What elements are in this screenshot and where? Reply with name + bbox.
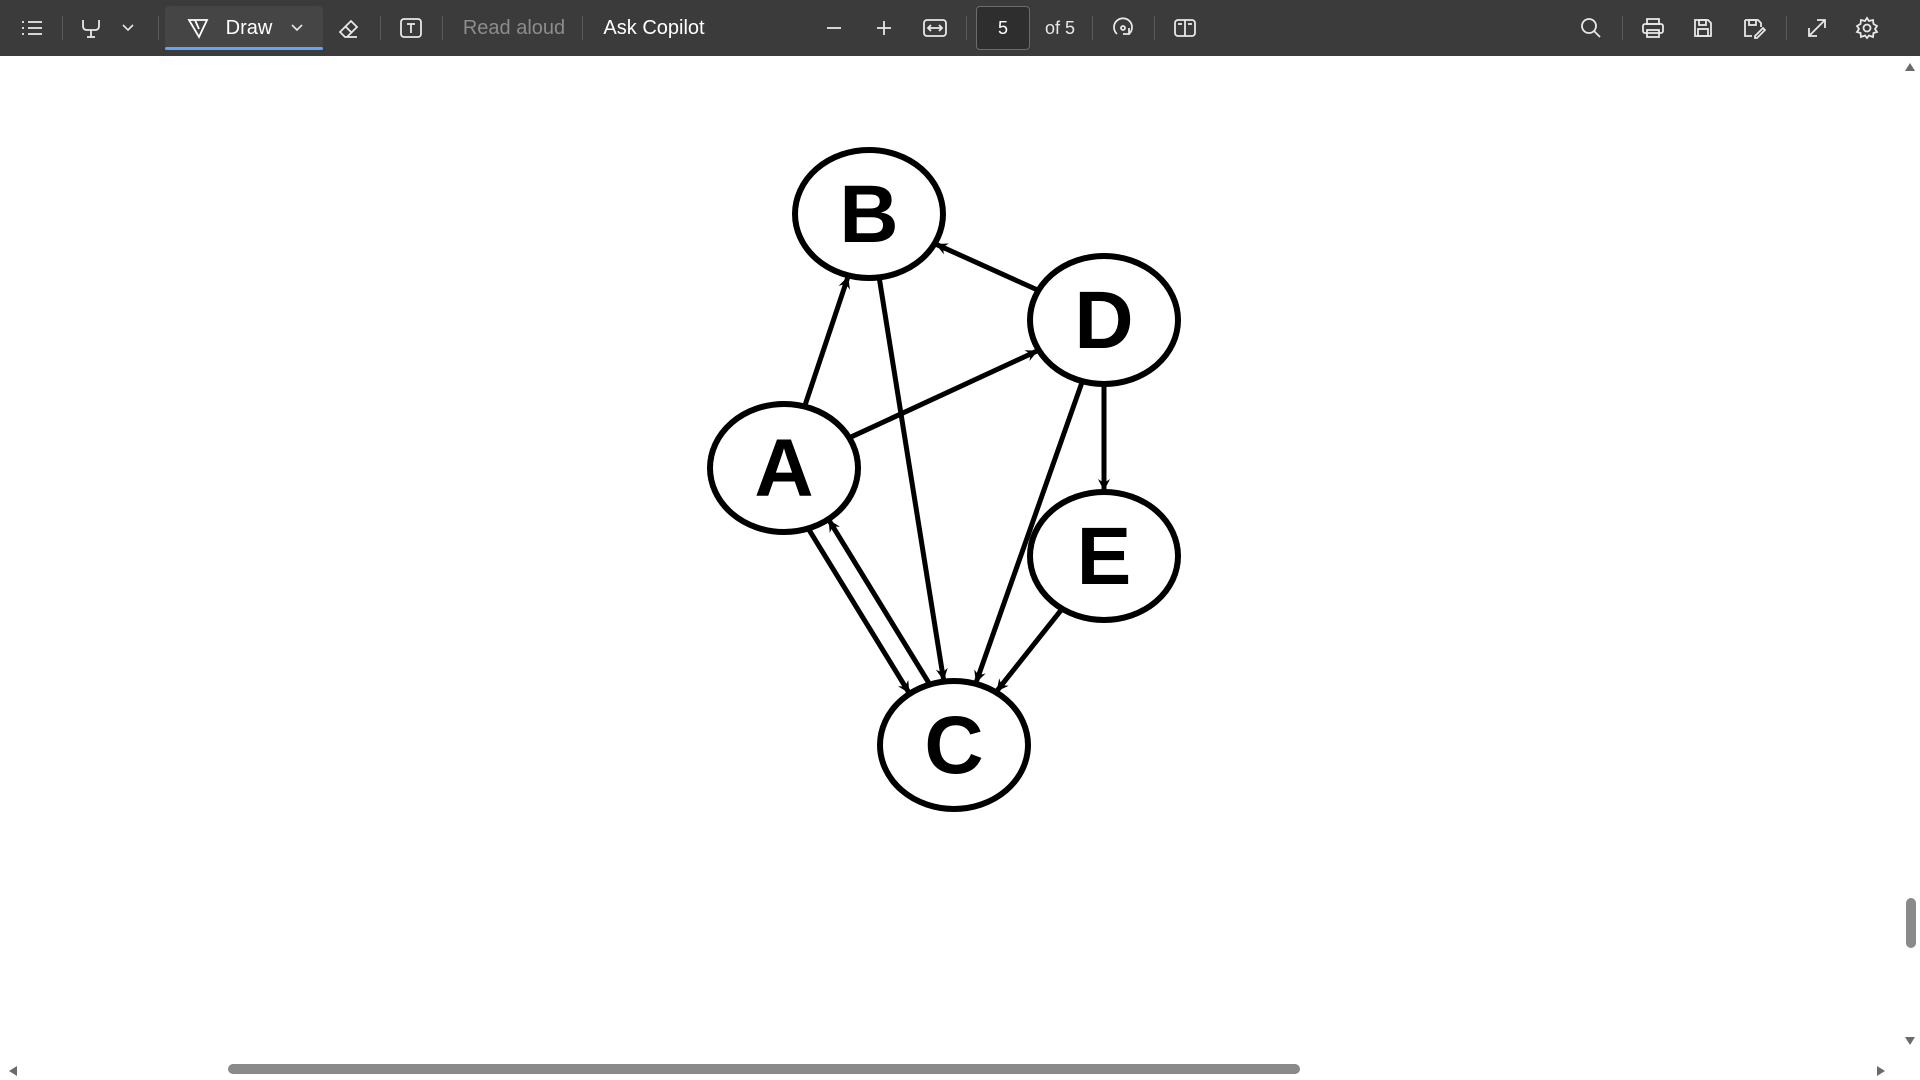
node-a: A [707, 401, 861, 535]
separator [380, 16, 381, 40]
zoom-in-icon[interactable] [870, 0, 898, 56]
draw-icon [184, 0, 212, 56]
highlight-icon[interactable] [76, 0, 106, 56]
node-b-label: B [839, 169, 898, 260]
chevron-down-icon[interactable] [286, 0, 308, 56]
separator [1154, 16, 1155, 40]
separator [158, 16, 159, 40]
separator [62, 16, 63, 40]
zoom-out-icon[interactable] [820, 0, 848, 56]
draw-label[interactable]: Draw [222, 0, 276, 56]
chevron-down-icon[interactable] [118, 0, 138, 56]
separator [582, 16, 583, 40]
eraser-icon[interactable] [332, 0, 364, 56]
separator [1092, 16, 1093, 40]
search-icon[interactable] [1576, 0, 1606, 56]
scroll-left-icon[interactable] [8, 1065, 18, 1077]
horizontal-scroll-thumb[interactable] [228, 1064, 1300, 1074]
vertical-scroll-thumb[interactable] [1906, 898, 1916, 948]
print-icon[interactable] [1638, 0, 1668, 56]
fit-width-icon[interactable] [920, 0, 950, 56]
save-icon[interactable] [1688, 0, 1718, 56]
edge-a-to-d [848, 348, 1038, 441]
toolbar: Draw Read aloud Ask Copilot 5 of 5 [0, 0, 1920, 56]
edge-a-to-c [807, 528, 912, 694]
settings-icon[interactable] [1852, 0, 1882, 56]
save-as-icon[interactable] [1739, 0, 1769, 56]
node-a-label: A [754, 423, 813, 514]
node-d-label: D [1074, 275, 1133, 366]
contents-icon[interactable] [16, 0, 48, 56]
ask-copilot-button[interactable]: Ask Copilot [600, 0, 708, 56]
scroll-down-icon[interactable] [1904, 1036, 1916, 1046]
document-viewport: A B C D E [0, 56, 1898, 1060]
node-c: C [877, 678, 1031, 812]
rotate-icon[interactable] [1108, 0, 1138, 56]
page-total: of 5 [1044, 17, 1076, 38]
node-e: E [1027, 489, 1181, 623]
node-e-label: E [1077, 511, 1132, 602]
node-c-label: C [924, 700, 983, 791]
separator [966, 16, 967, 40]
text-box-icon[interactable] [395, 0, 427, 56]
read-aloud-button[interactable]: Read aloud [462, 0, 566, 56]
separator [1622, 16, 1623, 40]
scroll-right-icon[interactable] [1876, 1065, 1886, 1077]
node-b: B [792, 147, 946, 281]
edge-d-to-b [935, 242, 1040, 293]
edge-a-to-b [802, 276, 851, 408]
directed-graph-diagram: A B C D E [707, 147, 1181, 812]
scroll-up-icon[interactable] [1904, 62, 1916, 72]
fullscreen-icon[interactable] [1802, 0, 1832, 56]
edge-c-to-a [826, 519, 931, 685]
page-number-input[interactable]: 5 [976, 6, 1030, 50]
separator [442, 16, 443, 40]
edge-e-to-c [995, 607, 1065, 693]
separator [1786, 16, 1787, 40]
page-view-icon[interactable] [1170, 0, 1200, 56]
node-d: D [1027, 253, 1181, 387]
